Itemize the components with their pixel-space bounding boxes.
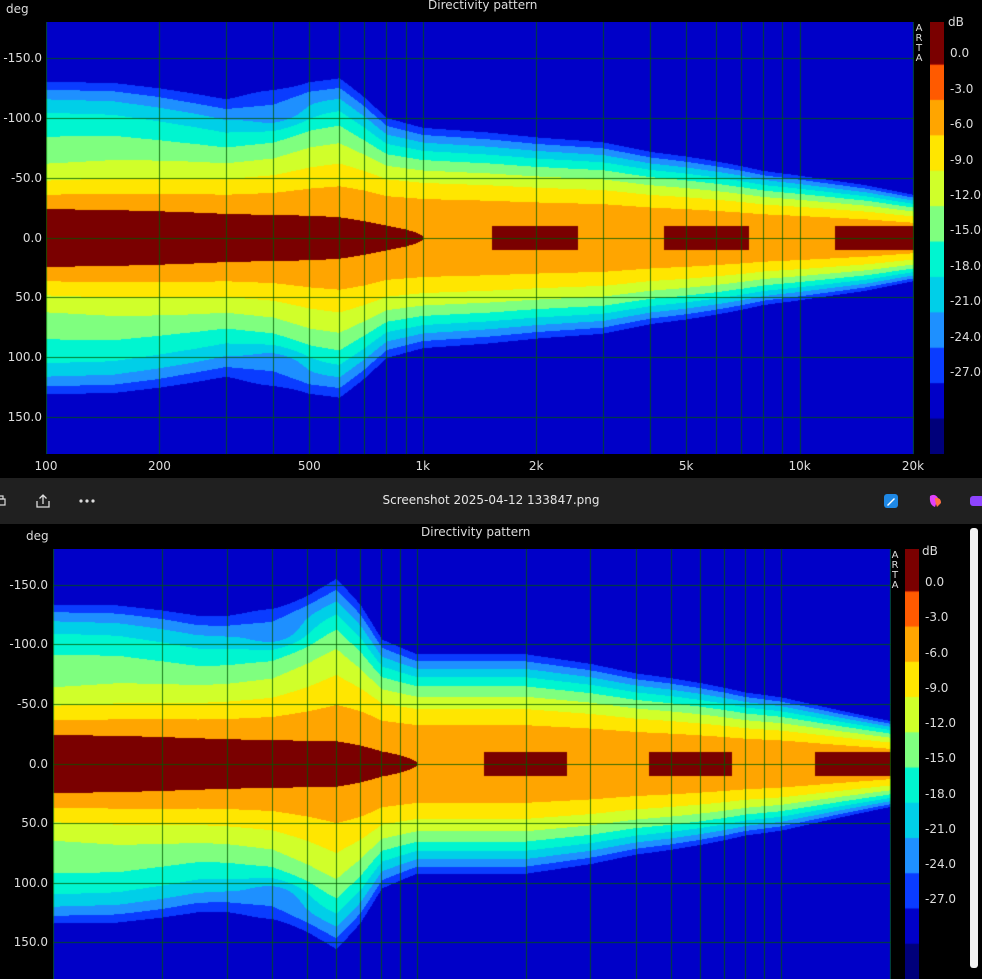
colorbar-tick-label: -15.0	[925, 751, 957, 766]
y-tick-label: 50.0	[15, 290, 42, 305]
y-tick-label: -150.0	[9, 577, 48, 592]
colorbar-tick-label: -9.0	[950, 152, 974, 167]
colorbar-tick-label: -3.0	[925, 610, 949, 625]
colorbar-tick-label: -24.0	[950, 329, 982, 344]
y-tick-label: 50.0	[21, 816, 48, 831]
y-axis-unit: deg	[26, 529, 49, 543]
colorbar-tick-label: -24.0	[925, 857, 957, 872]
heatmap-canvas	[46, 22, 914, 454]
y-tick-label: 0.0	[28, 756, 48, 771]
y-tick-label: -100.0	[9, 637, 48, 652]
y-tick-label: 0.0	[22, 230, 42, 245]
y-tick-label: -100.0	[3, 110, 42, 125]
colorbar-tick-label: -3.0	[950, 81, 974, 96]
colorbar-tick-label: -18.0	[950, 258, 982, 273]
colorbar-tick-label: -12.0	[925, 716, 957, 731]
colorbar-tick-label: 0.0	[950, 46, 970, 61]
directivity-plot-bottom: Directivity pattern deg -150.0 -100.0 -50.…	[0, 524, 982, 979]
x-tick-label: 100	[34, 459, 58, 473]
x-tick-label: 5k	[678, 459, 694, 473]
colorbar-tick-label: 0.0	[925, 575, 945, 590]
viewer-toolbar: Screenshot 2025-04-12 133847.png	[0, 478, 982, 524]
colorbar-tick-label: -15.0	[950, 223, 982, 238]
x-tick-label: 20k	[901, 459, 925, 473]
edit-icon[interactable]	[880, 478, 902, 524]
colorbar-tick-label: -18.0	[925, 786, 957, 801]
y-tick-label: -50.0	[10, 170, 42, 185]
colorbar	[905, 549, 919, 979]
colorbar-tick-label: -21.0	[950, 294, 982, 309]
colorbar-tick-label: -12.0	[950, 188, 982, 203]
plot-title: Directivity pattern	[428, 0, 538, 12]
colorbar-unit: dB	[922, 544, 938, 558]
y-tick-label: 150.0	[7, 410, 42, 425]
y-tick-label: 150.0	[13, 935, 48, 950]
colorbar-tick-label: -6.0	[925, 645, 949, 660]
plot-title: Directivity pattern	[421, 525, 531, 539]
colorbar-tick-label: -27.0	[925, 892, 957, 907]
y-tick-label: 100.0	[13, 875, 48, 890]
x-tick-label: 1k	[415, 459, 431, 473]
colorbar-unit: dB	[948, 15, 964, 29]
colorbar	[930, 22, 944, 454]
x-tick-label: 2k	[528, 459, 544, 473]
colorbar-tick-label: -27.0	[950, 365, 982, 380]
y-tick-label: -50.0	[16, 696, 48, 711]
y-axis-unit: deg	[6, 2, 29, 16]
y-tick-label: 100.0	[7, 350, 42, 365]
x-tick-label: 500	[297, 459, 321, 473]
colorbar-tick-label: -9.0	[925, 680, 949, 695]
copilot-icon[interactable]	[924, 478, 946, 524]
arta-letter: A	[891, 580, 899, 591]
colorbar-tick-label: -6.0	[950, 117, 974, 132]
y-tick-label: -150.0	[3, 50, 42, 65]
x-tick-label: 10k	[788, 459, 811, 473]
colorbar-tick-label: -21.0	[925, 821, 957, 836]
heatmap-canvas	[53, 549, 891, 979]
arta-letter: A	[915, 53, 923, 64]
apps-icon[interactable]	[966, 478, 982, 524]
directivity-plot-top: Directivity pattern deg -150.0 -100.0 -50.…	[0, 0, 982, 478]
x-tick-label: 200	[147, 459, 171, 473]
scrollbar[interactable]	[970, 528, 978, 968]
file-name: Screenshot 2025-04-12 133847.png	[382, 493, 600, 507]
